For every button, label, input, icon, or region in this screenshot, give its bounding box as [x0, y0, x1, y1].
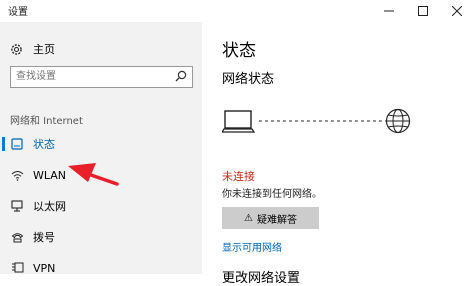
minimize-button[interactable] — [372, 0, 406, 22]
title-bar: 设置 — [0, 0, 474, 22]
close-button[interactable] — [440, 0, 474, 22]
window-title: 设置 — [8, 7, 28, 18]
close-icon — [452, 6, 462, 16]
connection-state: 未连接 — [222, 170, 255, 183]
vpn-icon — [10, 261, 24, 275]
minimize-icon — [384, 10, 394, 12]
sidebar-item-status[interactable]: 状态 — [0, 134, 202, 154]
main-panel: 状态 网络状态 未连接 你未连接到任何网络。 ⚠ 疑难解答 显示可用网络 更改网… — [202, 22, 474, 286]
ethernet-icon — [10, 199, 24, 213]
sidebar-item-wlan[interactable]: WLAN — [0, 165, 202, 185]
troubleshoot-button[interactable]: ⚠ 疑难解答 — [222, 207, 319, 229]
sidebar-item-dialup[interactable]: 拨号 — [0, 227, 202, 247]
search-input[interactable] — [11, 67, 176, 86]
maximize-button[interactable] — [406, 0, 440, 22]
maximize-icon — [418, 6, 428, 16]
search-box[interactable] — [10, 66, 193, 88]
laptop-icon — [222, 110, 256, 133]
search-icon — [175, 70, 187, 82]
connection-description: 你未连接到任何网络。 — [222, 189, 322, 200]
status-icon — [10, 137, 24, 151]
dialup-icon — [10, 230, 24, 244]
sidebar-item-label: 以太网 — [33, 200, 66, 213]
sidebar-item-label: WLAN — [33, 168, 67, 182]
network-status-heading: 网络状态 — [222, 72, 275, 87]
sidebar-item-home[interactable]: 主页 — [10, 40, 200, 58]
network-diagram — [222, 108, 411, 134]
sidebar: 主页 网络和 Internet 状态 WLAN — [0, 22, 202, 275]
change-settings-heading: 更改网络设置 — [222, 271, 301, 286]
sidebar-item-label: 拨号 — [33, 231, 55, 244]
warning-icon: ⚠ — [244, 212, 253, 224]
globe-icon — [385, 108, 411, 134]
sidebar-item-ethernet[interactable]: 以太网 — [0, 196, 202, 216]
wifi-icon — [10, 168, 24, 182]
troubleshoot-label: 疑难解答 — [256, 214, 297, 226]
sidebar-item-label: 状态 — [33, 138, 55, 151]
sidebar-item-label: VPN — [33, 261, 56, 275]
active-indicator — [2, 137, 5, 151]
show-networks-link[interactable]: 显示可用网络 — [222, 239, 282, 254]
page-title: 状态 — [222, 41, 256, 61]
sidebar-group-title: 网络和 Internet — [10, 116, 83, 127]
sidebar-item-vpn[interactable]: VPN — [0, 258, 202, 278]
gear-icon — [11, 43, 22, 55]
sidebar-item-label: 主页 — [33, 43, 55, 56]
